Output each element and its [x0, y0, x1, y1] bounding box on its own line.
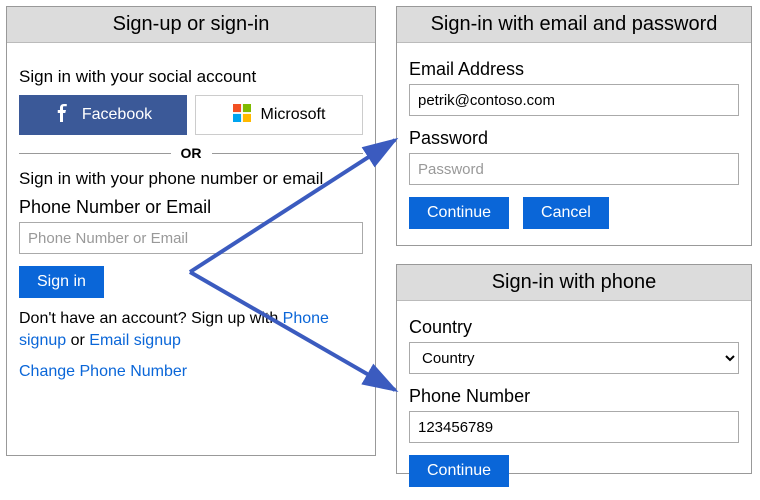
cancel-button[interactable]: Cancel — [523, 197, 609, 229]
email-label: Email Address — [409, 59, 739, 80]
phone-email-input[interactable] — [19, 222, 363, 254]
panel-title: Sign-in with email and password — [397, 7, 751, 43]
panel-title: Sign-up or sign-in — [7, 7, 375, 43]
or-text: OR — [181, 145, 202, 161]
email-signup-link[interactable]: Email signup — [89, 332, 181, 349]
panel-title: Sign-in with phone — [397, 265, 751, 301]
phone-label: Phone Number — [409, 386, 739, 407]
continue-button[interactable]: Continue — [409, 455, 509, 487]
phone-input[interactable] — [409, 411, 739, 443]
signup-prefix: Don't have an account? Sign up with — [19, 310, 283, 327]
microsoft-label: Microsoft — [261, 106, 326, 124]
email-signin-panel: Sign-in with email and password Email Ad… — [396, 6, 752, 246]
or-word: or — [66, 332, 89, 349]
signin-button[interactable]: Sign in — [19, 266, 104, 298]
facebook-icon — [54, 104, 72, 127]
signup-signin-panel: Sign-up or sign-in Sign in with your soc… — [6, 6, 376, 456]
email-input[interactable] — [409, 84, 739, 116]
facebook-button[interactable]: Facebook — [19, 95, 187, 135]
country-label: Country — [409, 317, 739, 338]
or-divider: OR — [19, 145, 363, 161]
signup-prompt: Don't have an account? Sign up with Phon… — [19, 308, 363, 353]
microsoft-icon — [233, 104, 251, 127]
phone-signin-panel: Sign-in with phone Country Country Phone… — [396, 264, 752, 474]
phone-email-label: Phone Number or Email — [19, 197, 363, 218]
country-select[interactable]: Country — [409, 342, 739, 374]
phone-heading: Sign in with your phone number or email — [19, 169, 363, 189]
password-input[interactable] — [409, 153, 739, 185]
continue-button[interactable]: Continue — [409, 197, 509, 229]
social-heading: Sign in with your social account — [19, 67, 363, 87]
change-phone-link[interactable]: Change Phone Number — [19, 363, 187, 381]
password-label: Password — [409, 128, 739, 149]
facebook-label: Facebook — [82, 106, 152, 124]
microsoft-button[interactable]: Microsoft — [195, 95, 363, 135]
